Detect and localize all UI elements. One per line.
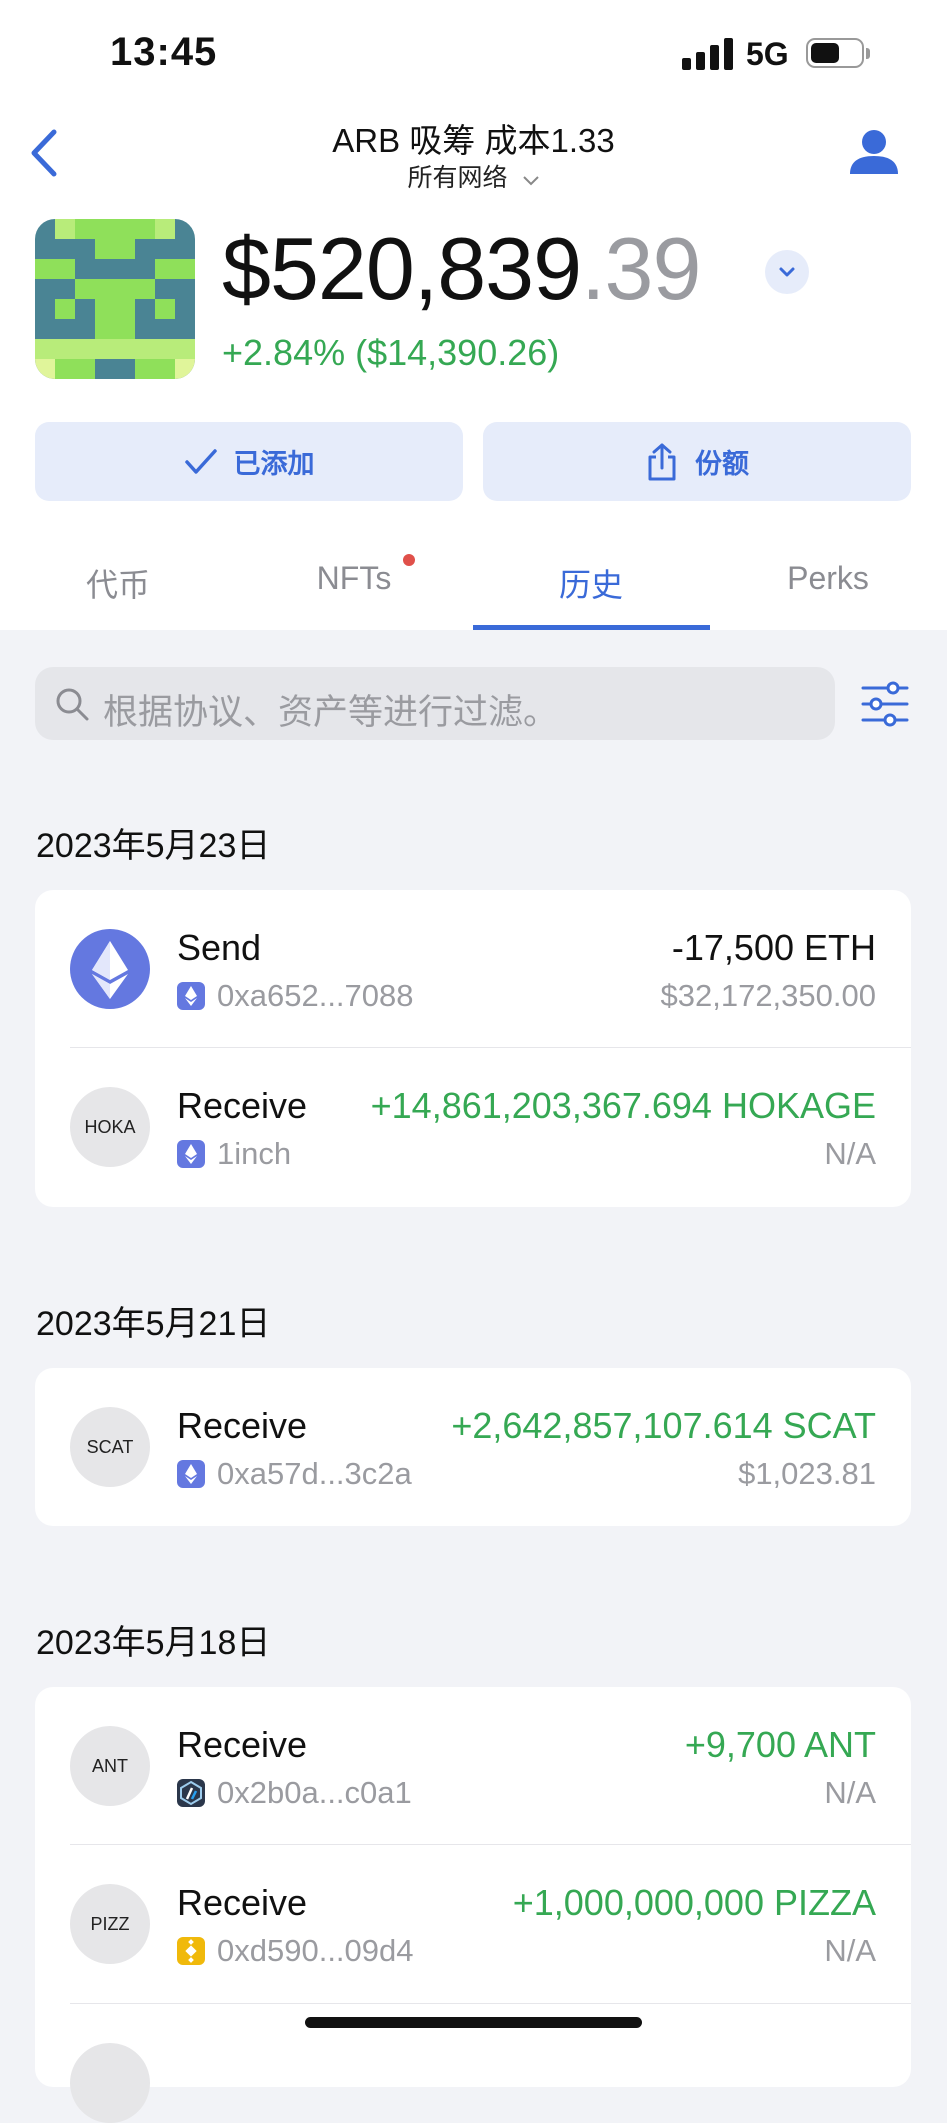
ethereum-chain-icon — [177, 1460, 205, 1488]
transaction-row[interactable]: PIZZ Receive 0xd590...09d4 +1,000,000,00… — [35, 1845, 911, 2003]
balance-cents: .39 — [581, 219, 701, 318]
balance-main: $520,839 — [222, 219, 582, 318]
wallet-avatar — [35, 219, 195, 379]
token-coin-icon: PIZZ — [70, 1884, 150, 1964]
bnb-chain-icon — [177, 1937, 205, 1965]
transaction-address: 0xa57d...3c2a — [177, 1456, 412, 1492]
date-header: 2023年5月18日 — [36, 1624, 271, 1662]
transaction-row[interactable]: Send 0xa652...7088 -17,500 ETH $32,172,3… — [35, 890, 911, 1048]
search-icon — [56, 688, 89, 721]
tab-tokens[interactable]: 代币 — [0, 560, 236, 606]
arbitrum-chain-icon — [177, 1779, 205, 1807]
transaction-type: Receive — [177, 1724, 308, 1765]
tab-perks[interactable]: Perks — [710, 560, 946, 597]
search-input[interactable]: 根据协议、资产等进行过滤。 — [35, 667, 835, 740]
added-button[interactable]: 已添加 — [35, 422, 463, 501]
ethereum-chain-icon — [177, 1140, 205, 1168]
status-time: 13:45 — [110, 30, 218, 74]
transaction-type: Receive — [177, 1405, 308, 1446]
transaction-type: Receive — [177, 1882, 308, 1923]
balance-toggle[interactable] — [765, 250, 809, 294]
transaction-address-text: 1inch — [217, 1136, 292, 1171]
search-placeholder: 根据协议、资产等进行过滤。 — [103, 693, 559, 732]
transaction-type: Receive — [177, 1085, 308, 1126]
eth-coin-icon — [70, 929, 150, 1009]
home-indicator — [305, 2017, 642, 2028]
token-coin-icon — [70, 2043, 150, 2123]
transaction-amount: +2,642,857,107.614 SCAT — [451, 1405, 876, 1446]
tab-nfts[interactable]: NFTs — [236, 560, 472, 597]
ethereum-chain-icon — [177, 982, 205, 1010]
row-divider — [70, 2003, 911, 2004]
transaction-address-text: 0xa652...7088 — [217, 978, 414, 1013]
transaction-value: N/A — [824, 1933, 876, 1968]
signal-icon — [682, 38, 734, 70]
checkmark-icon — [184, 448, 217, 474]
page-title: ARB 吸筹 成本1.33 — [332, 122, 615, 159]
token-coin-icon: ANT — [70, 1726, 150, 1806]
transaction-group: SCAT Receive 0xa57d...3c2a +2,642,857,10… — [35, 1368, 911, 1526]
transaction-address-text: 0xa57d...3c2a — [217, 1456, 412, 1491]
transaction-amount: -17,500 ETH — [671, 927, 876, 968]
transaction-address-text: 0x2b0a...c0a1 — [217, 1775, 412, 1810]
transaction-address-text: 0xd590...09d4 — [217, 1933, 414, 1968]
network-type: 5G — [746, 36, 789, 72]
transaction-group: Send 0xa652...7088 -17,500 ETH $32,172,3… — [35, 890, 911, 1207]
transaction-address: 0x2b0a...c0a1 — [177, 1775, 412, 1811]
balance-change: +2.84% ($14,390.26) — [222, 332, 560, 373]
transaction-value: $1,023.81 — [738, 1456, 876, 1491]
share-button-label: 份额 — [695, 449, 749, 479]
token-coin-icon: HOKA — [70, 1087, 150, 1167]
transaction-row[interactable]: HOKA Receive 1inch +14,861,203,367.694 H… — [35, 1048, 911, 1206]
transaction-row[interactable]: ANT Receive 0x2b0a...c0a1 +9,700 ANT N/A — [35, 1687, 911, 1845]
wallet-balance: $520,839.39 — [222, 218, 701, 320]
token-coin-icon: SCAT — [70, 1407, 150, 1487]
transaction-value: N/A — [824, 1775, 876, 1810]
network-selector[interactable]: 所有网络 — [0, 158, 947, 194]
chevron-down-icon — [522, 165, 540, 194]
transaction-amount: +14,861,203,367.694 HOKAGE — [370, 1085, 876, 1126]
transaction-value: $32,172,350.00 — [660, 978, 877, 1013]
transaction-address: 0xd590...09d4 — [177, 1933, 414, 1969]
transaction-type: Send — [177, 927, 262, 968]
filter-icon[interactable] — [860, 680, 910, 728]
date-header: 2023年5月23日 — [36, 827, 271, 865]
network-selector-label: 所有网络 — [407, 164, 508, 192]
added-button-label: 已添加 — [233, 449, 315, 479]
battery-icon — [806, 38, 872, 72]
date-header: 2023年5月21日 — [36, 1305, 271, 1343]
transaction-address: 0xa652...7088 — [177, 978, 414, 1014]
profile-icon[interactable] — [846, 124, 902, 180]
status-bar: 13:45 5G — [0, 0, 947, 110]
notification-dot — [403, 554, 415, 566]
transaction-amount: +9,700 ANT — [684, 1724, 876, 1765]
tab-bar: 代币 NFTs 历史 Perks — [0, 540, 947, 630]
share-button[interactable]: 份额 — [483, 422, 911, 501]
transaction-address: 1inch — [177, 1136, 291, 1172]
transaction-row[interactable]: SCAT Receive 0xa57d...3c2a +2,642,857,10… — [35, 1368, 911, 1526]
transaction-value: N/A — [824, 1136, 876, 1171]
chevron-down-icon — [779, 267, 795, 277]
transaction-amount: +1,000,000,000 PIZZA — [512, 1882, 876, 1923]
tab-history[interactable]: 历史 — [473, 560, 709, 606]
active-tab-indicator — [473, 625, 710, 630]
share-icon — [648, 443, 676, 480]
